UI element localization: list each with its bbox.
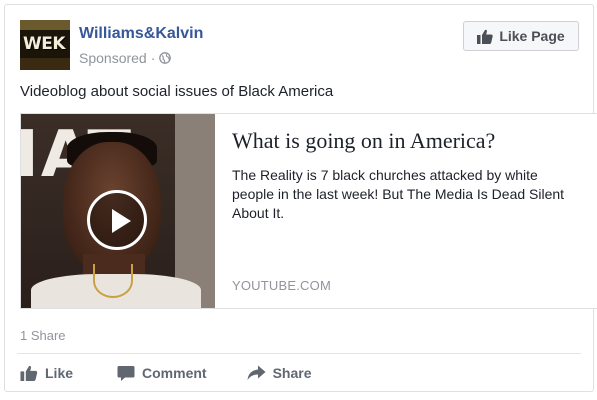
- link-preview-domain: YOUTUBE.COM: [232, 278, 331, 293]
- page-name-link[interactable]: Williams&Kalvin: [79, 25, 203, 43]
- thumbs-up-icon: [20, 365, 38, 381]
- avatar-logo-text: WEK: [23, 34, 66, 54]
- share-button[interactable]: Share: [247, 359, 312, 387]
- avatar-top-band: [20, 20, 70, 30]
- meta-separator: ·: [150, 50, 156, 66]
- globe-icon[interactable]: [159, 52, 172, 64]
- video-thumbnail[interactable]: IAT: [21, 114, 215, 308]
- sponsored-label[interactable]: Sponsored: [79, 50, 147, 66]
- like-page-label: Like Page: [499, 28, 565, 44]
- avatar-bottom-band: [20, 58, 70, 70]
- like-button[interactable]: Like: [20, 359, 73, 387]
- play-button[interactable]: [87, 190, 147, 250]
- thumbs-up-icon: [477, 29, 493, 44]
- page-avatar[interactable]: WEK: [20, 20, 70, 70]
- comment-button[interactable]: Comment: [117, 359, 207, 387]
- link-preview-description: The Reality is 7 black churches attacked…: [232, 167, 565, 221]
- share-label: Share: [272, 365, 312, 381]
- link-preview[interactable]: IAT What is going on in America? The Rea…: [20, 113, 597, 309]
- play-icon: [112, 209, 131, 233]
- link-preview-title[interactable]: What is going on in America?: [232, 128, 495, 154]
- post-text: Videoblog about social issues of Black A…: [20, 83, 334, 100]
- sponsored-post-card: WEK Williams&Kalvin Sponsored · Like Pag…: [4, 4, 597, 392]
- action-bar: Like Comment Share: [20, 359, 312, 387]
- share-arrow-icon: [247, 365, 266, 380]
- like-page-button[interactable]: Like Page: [463, 21, 579, 51]
- thumbnail-chain: [93, 264, 133, 298]
- comment-label: Comment: [142, 365, 207, 381]
- like-label: Like: [45, 365, 74, 381]
- post-meta: Sponsored ·: [79, 50, 172, 66]
- action-divider: [17, 353, 581, 354]
- share-count[interactable]: 1 Share: [20, 328, 66, 343]
- speech-bubble-icon: [117, 365, 135, 381]
